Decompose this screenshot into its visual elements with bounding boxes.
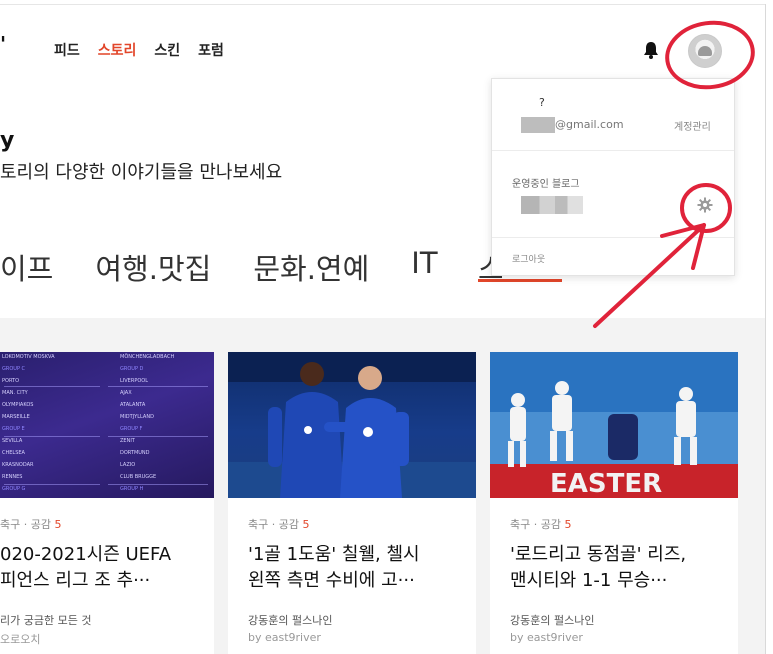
active-tab-indicator bbox=[478, 279, 562, 282]
nav-item-story[interactable]: 스토리 bbox=[98, 40, 137, 60]
page-title: y bbox=[0, 128, 15, 153]
card-blog-name[interactable]: 강동훈의 펄스나인 bbox=[248, 612, 332, 628]
card-author: by east9river bbox=[510, 631, 583, 644]
card-author: by east9river bbox=[248, 631, 321, 644]
bracket-team-label: MAN. CITY bbox=[2, 390, 28, 396]
bracket-team-label: MÖNCHENGLADBACH bbox=[120, 354, 175, 360]
card-title-line: '로드리고 동점골' 리즈, bbox=[510, 544, 687, 565]
card-thumbnail bbox=[228, 352, 476, 498]
bracket-team-label: AJAX bbox=[120, 390, 132, 396]
bracket-team-label: GROUP E bbox=[2, 426, 25, 432]
bracket-team-label: ATALANTA bbox=[120, 402, 146, 408]
card-title-line: '1골 1도움' 칠웰, 첼시 bbox=[248, 544, 420, 565]
profile-avatar[interactable] bbox=[688, 34, 722, 68]
top-divider bbox=[0, 4, 765, 5]
card-blog-name[interactable]: 리가 궁금한 모든 것 bbox=[0, 612, 91, 628]
bracket-team-label: GROUP F bbox=[120, 426, 143, 432]
blog-name-redaction[interactable] bbox=[521, 196, 583, 214]
match-photo: EASTER bbox=[490, 352, 738, 498]
bracket-team-label: MARSEILLE bbox=[2, 414, 30, 420]
card-blog-name[interactable]: 강동훈의 펄스나인 bbox=[510, 612, 594, 628]
gear-icon[interactable] bbox=[697, 197, 713, 213]
nav-item-skin[interactable]: 스킨 bbox=[154, 40, 180, 60]
card-category: 축구 bbox=[510, 518, 531, 531]
card-author: 오로오치 bbox=[0, 633, 41, 646]
card-thumbnail: EASTER bbox=[490, 352, 738, 498]
nav-item-forum[interactable]: 포럼 bbox=[198, 40, 224, 60]
blog-section-label: 운영중인 블로그 bbox=[512, 179, 580, 190]
bracket-team-label: PORTO bbox=[2, 378, 20, 384]
nav-item-feed[interactable]: 피드 bbox=[54, 40, 80, 60]
bracket-team-label: LAZIO bbox=[120, 462, 136, 468]
account-name: ? bbox=[539, 96, 545, 109]
tab-culture-entertainment[interactable]: 문화.연예 bbox=[253, 246, 369, 288]
site-logo[interactable]: ' bbox=[0, 32, 6, 56]
card-meta: 축구 · 공감 5 bbox=[510, 518, 572, 531]
bell-icon[interactable] bbox=[642, 40, 660, 60]
email-redaction bbox=[521, 117, 555, 133]
account-settings-link[interactable]: 계정관리 bbox=[674, 118, 711, 133]
card-title-line: 020-2021시즌 UEFA bbox=[0, 544, 172, 565]
account-email: @gmail.com bbox=[555, 118, 624, 131]
bracket-team-label: LIVERPOOL bbox=[120, 378, 148, 384]
avatar-silhouette bbox=[698, 46, 712, 56]
bracket-team-label: CLUB BRUGGE bbox=[120, 474, 157, 480]
category-tabs: 이프 여행.맛집 문화.연예 IT bbox=[0, 246, 480, 288]
main-nav: 피드 스토리 스킨 포럼 bbox=[54, 40, 242, 60]
bracket-team-label: SEVILLA bbox=[2, 438, 23, 444]
bracket-team-label: KRASNODAR bbox=[2, 462, 34, 468]
card-likes-count: 5 bbox=[302, 518, 310, 531]
right-divider bbox=[765, 4, 766, 654]
card-category: 축구 bbox=[248, 518, 269, 531]
card-likes-count: 5 bbox=[564, 518, 572, 531]
card-title[interactable]: '1골 1도움' 칠웰, 첼시 왼쪽 측면 수비에 고··· bbox=[248, 542, 488, 594]
story-card[interactable]: LOKOMOTIV MOSKVA GROUP C PORTO MAN. CITY OLY… bbox=[0, 352, 214, 654]
logout-link[interactable]: 로그아웃 bbox=[512, 252, 545, 265]
dropdown-divider bbox=[492, 237, 734, 238]
story-card[interactable]: 축구 · 공감 5 '1골 1도움' 칠웰, 첼시 왼쪽 측면 수비에 고···… bbox=[228, 352, 476, 654]
bracket-team-label: MIDTJYLLAND bbox=[120, 414, 154, 420]
card-likes-label: 공감 bbox=[540, 518, 561, 531]
bracket-team-label: GROUP C bbox=[2, 366, 26, 372]
card-title-line: 왼쪽 측면 수비에 고··· bbox=[248, 570, 415, 591]
bracket-team-label: DORTMUND bbox=[120, 450, 150, 456]
card-likes-label: 공감 bbox=[278, 518, 299, 531]
card-title[interactable]: 020-2021시즌 UEFA 피언스 리그 조 추··· bbox=[0, 542, 240, 594]
card-meta: 축구 · 공감 5 bbox=[248, 518, 310, 531]
card-title-line: 맨시티와 1-1 무승··· bbox=[510, 570, 668, 591]
bracket-team-label: GROUP D bbox=[120, 366, 144, 372]
tab-travel-food[interactable]: 여행.맛집 bbox=[95, 246, 211, 288]
dropdown-divider bbox=[492, 150, 734, 151]
card-title[interactable]: '로드리고 동점골' 리즈, 맨시티와 1-1 무승··· bbox=[510, 542, 750, 594]
bracket-team-label: LOKOMOTIV MOSKVA bbox=[2, 354, 55, 360]
card-likes-label: 공감 bbox=[30, 518, 51, 531]
bracket-team-label: GROUP G bbox=[2, 486, 26, 492]
players-photo bbox=[228, 352, 476, 498]
story-card[interactable]: EASTER 축구 · 공감 5 '로드리고 동점골' 리즈, 맨시티와 1-1… bbox=[490, 352, 738, 654]
tab-it[interactable]: IT bbox=[411, 246, 437, 288]
bracket-team-label: OLYMPIAKOS bbox=[2, 402, 34, 408]
card-thumbnail: LOKOMOTIV MOSKVA GROUP C PORTO MAN. CITY OLY… bbox=[0, 352, 214, 498]
bracket-team-label: GROUP H bbox=[120, 486, 144, 492]
bracket-team-label: RENNES bbox=[2, 474, 23, 480]
card-likes-count: 5 bbox=[54, 518, 62, 531]
bracket-team-label: ZENIT bbox=[120, 438, 135, 444]
card-category: 축구 bbox=[0, 518, 21, 531]
tab-life[interactable]: 이프 bbox=[0, 246, 53, 288]
card-meta: 축구 · 공감 5 bbox=[0, 518, 62, 531]
page-description: 토리의 다양한 이야기들을 만나보세요 bbox=[0, 162, 283, 183]
banner-text: EASTER bbox=[550, 469, 662, 498]
card-title-line: 피언스 리그 조 추··· bbox=[0, 570, 151, 591]
bracket-team-label: CHELSEA bbox=[2, 450, 25, 456]
